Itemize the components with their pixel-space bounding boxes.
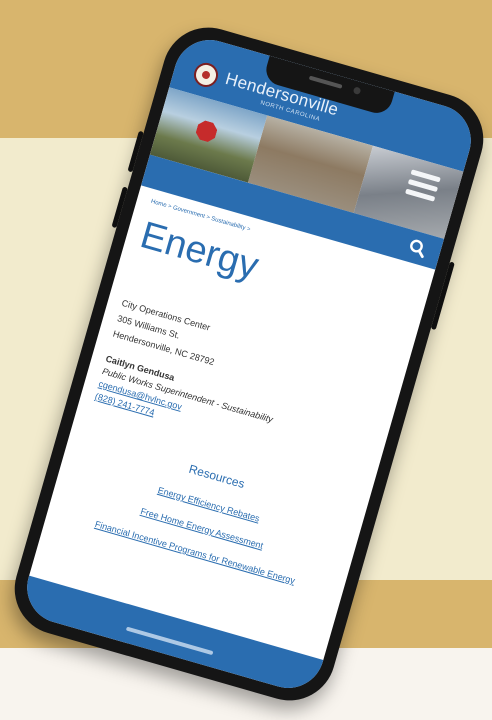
stop-sign-graphic bbox=[194, 119, 219, 144]
front-camera bbox=[352, 86, 362, 96]
footer-link-bar[interactable] bbox=[125, 626, 214, 656]
search-icon[interactable] bbox=[406, 237, 428, 259]
speaker-grille bbox=[308, 75, 343, 89]
city-seal-logo[interactable] bbox=[191, 60, 221, 90]
